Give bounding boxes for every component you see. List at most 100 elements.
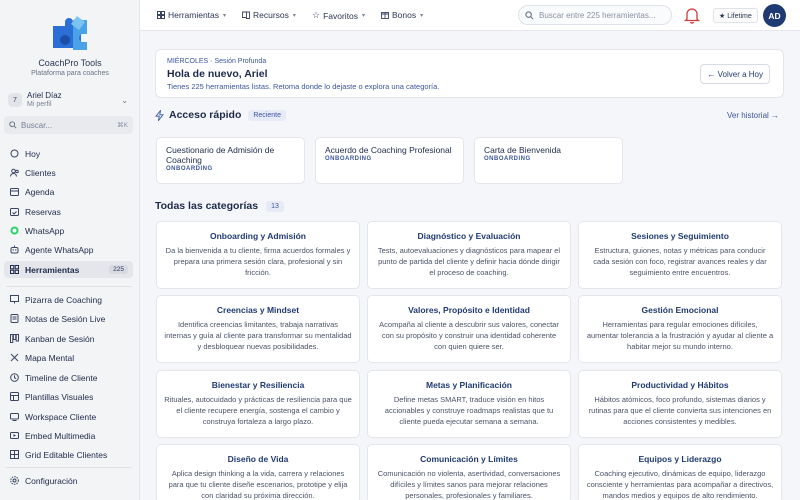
- star-icon: ☆: [312, 10, 321, 20]
- sidebar-item-kanban[interactable]: Kanban de Sesión: [4, 330, 133, 347]
- category-card[interactable]: Comunicación y Límites Comunicación no v…: [367, 444, 571, 500]
- category-card[interactable]: Creencias y Mindset Identifica creencias…: [156, 295, 360, 363]
- tools-count-badge: 225: [109, 265, 128, 274]
- profile-switcher[interactable]: 7 Ariel Díaz Mi perfil ⌄: [6, 88, 134, 112]
- sidebar-item-timeline[interactable]: Timeline de Cliente: [4, 369, 133, 386]
- sidebar-item-mapa-mental[interactable]: Mapa Mental: [4, 349, 133, 366]
- brand-title: CoachPro Tools: [38, 58, 102, 68]
- categories-header: Todas las categorías 13: [155, 200, 284, 212]
- bell-icon[interactable]: [684, 6, 700, 24]
- category-title: Equipos y Liderazgo: [638, 454, 722, 464]
- category-description: Identifica creencias limitantes, trabaja…: [164, 320, 352, 351]
- chevron-down-icon: ▾: [420, 12, 424, 19]
- sidebar-item-clientes[interactable]: Clientes: [4, 164, 133, 181]
- category-title: Onboarding y Admisión: [209, 231, 307, 241]
- user-avatar[interactable]: AD: [763, 4, 786, 27]
- global-search-placeholder: Buscar entre 225 herramientas...: [539, 10, 656, 20]
- sidebar-item-whatsapp[interactable]: WhatsApp: [4, 222, 133, 239]
- sidebar-item-agenda[interactable]: Agenda: [4, 183, 133, 200]
- sidebar-item-label: Herramientas: [25, 264, 80, 275]
- lightning-icon: [155, 109, 164, 121]
- topbar: Herramientas ▾ Recursos ▾ ☆ Favoritos ▾ …: [140, 0, 800, 31]
- bot-icon: [10, 245, 19, 254]
- profile-role: Mi perfil: [27, 101, 52, 108]
- menu-label: Recursos: [253, 10, 289, 20]
- search-shortcut: ⌘K: [117, 122, 128, 129]
- sidebar-item-hoy[interactable]: Hoy: [4, 145, 133, 162]
- menu-favoritos[interactable]: ☆ Favoritos ▾: [312, 10, 365, 21]
- welcome-day: MIÉRCOLES · Sesión Profunda: [167, 58, 267, 65]
- categories-title: Todas las categorías: [155, 200, 259, 212]
- chevron-down-icon: ▾: [362, 13, 366, 19]
- search-icon: [9, 121, 17, 129]
- category-card[interactable]: Sesiones y Seguimiento Estructura, guion…: [578, 221, 782, 289]
- sidebar-item-grid-editable[interactable]: Grid Editable Clientes: [4, 446, 133, 463]
- quick-access-card-title: Acuerdo de Coaching Profesional: [325, 145, 452, 155]
- category-card[interactable]: Valores, Propósito e Identidad Acompaña …: [367, 295, 571, 363]
- category-title: Comunicación y Límites: [420, 454, 518, 464]
- category-title: Sesiones y Seguimiento: [631, 231, 729, 241]
- category-card[interactable]: Metas y Planificación Define metas SMART…: [367, 370, 571, 438]
- category-description: Acompaña al cliente a descubrir sus valo…: [379, 320, 559, 351]
- sidebar-item-workspace[interactable]: Workspace Cliente: [4, 408, 133, 425]
- view-history-link[interactable]: Ver historial →: [727, 111, 779, 120]
- grid-icon: [157, 11, 165, 19]
- sidebar-search-input[interactable]: Buscar... ⌘K: [4, 116, 133, 134]
- category-card[interactable]: Diseño de Vida Aplica design thinking a …: [156, 444, 360, 500]
- menu-recursos[interactable]: Recursos ▾: [242, 10, 296, 20]
- category-card[interactable]: Onboarding y Admisión Da la bienvenida a…: [156, 221, 360, 289]
- users-icon: [10, 168, 19, 177]
- divider: [6, 286, 132, 287]
- category-title: Diagnóstico y Evaluación: [417, 231, 521, 241]
- sidebar-item-embed[interactable]: Embed Multimedia: [4, 427, 133, 444]
- brand-subtitle: Plataforma para coaches: [31, 70, 109, 77]
- quick-access-card[interactable]: Cuestionario de Admisión de Coaching ONB…: [156, 137, 305, 184]
- sidebar-item-label: Agente WhatsApp: [25, 244, 94, 255]
- sidebar-item-configuracion[interactable]: Configuración: [4, 472, 133, 489]
- categories-count-badge: 13: [266, 200, 284, 212]
- quick-access-card-title: Carta de Bienvenida: [484, 145, 562, 155]
- chevron-down-icon: ▾: [292, 12, 296, 19]
- category-card[interactable]: Productividad y Hábitos Hábitos atómicos…: [578, 370, 782, 438]
- profile-name: Ariel Díaz: [27, 91, 62, 100]
- sidebar-item-pizarra[interactable]: Pizarra de Coaching: [4, 291, 133, 308]
- category-description: Herramientas para regular emociones difí…: [586, 320, 774, 351]
- back-to-today-button[interactable]: ← Volver a Hoy: [700, 64, 770, 84]
- menu-herramientas[interactable]: Herramientas ▾: [157, 10, 226, 20]
- sidebar-item-label: Embed Multimedia: [25, 430, 96, 441]
- global-search-input[interactable]: Buscar entre 225 herramientas...: [518, 5, 672, 25]
- sidebar-item-label: Reservas: [25, 206, 61, 217]
- category-description: Estructura, guiones, notas y métricas pa…: [593, 246, 767, 277]
- sidebar-item-label: Hoy: [25, 148, 41, 159]
- category-description: Comunicación no violenta, asertividad, c…: [377, 469, 561, 500]
- sidebar-item-label: Grid Editable Clientes: [25, 449, 108, 460]
- sidebar-item-plantillas[interactable]: Plantillas Visuales: [4, 388, 133, 405]
- calendar-check-icon: [10, 207, 19, 216]
- sidebar-item-label: Workspace Cliente: [25, 411, 97, 422]
- sidebar: CoachPro Tools Plataforma para coaches 7…: [0, 0, 140, 500]
- category-card[interactable]: Gestión Emocional Herramientas para regu…: [578, 295, 782, 363]
- book-icon: [242, 11, 250, 19]
- brand: CoachPro Tools Plataforma para coaches: [0, 14, 140, 77]
- quick-access-card[interactable]: Carta de Bienvenida ONBOARDING: [474, 137, 623, 184]
- sidebar-item-herramientas[interactable]: Herramientas 225: [4, 261, 133, 278]
- menu-bonos[interactable]: Bonos ▾: [381, 10, 423, 20]
- notes-icon: [10, 314, 19, 323]
- quick-access-card-tag: ONBOARDING: [484, 156, 531, 162]
- sidebar-item-notas[interactable]: Notas de Sesión Live: [4, 310, 133, 327]
- quick-access-title: Acceso rápido: [169, 109, 242, 121]
- quick-access-card[interactable]: Acuerdo de Coaching Profesional ONBOARDI…: [315, 137, 464, 184]
- mindmap-icon: [10, 353, 19, 362]
- sidebar-item-label: Configuración: [25, 475, 78, 486]
- category-title: Creencias y Mindset: [216, 305, 300, 315]
- welcome-panel: MIÉRCOLES · Sesión Profunda Hola de nuev…: [155, 49, 784, 98]
- category-card[interactable]: Diagnóstico y Evaluación Tests, autoeval…: [367, 221, 571, 289]
- circle-icon: [10, 149, 19, 158]
- category-title: Gestión Emocional: [641, 305, 719, 315]
- sidebar-item-reservas[interactable]: Reservas: [4, 203, 133, 220]
- sidebar-item-agente-whatsapp[interactable]: Agente WhatsApp: [4, 241, 133, 258]
- quick-access-card-tag: ONBOARDING: [166, 166, 213, 172]
- category-card[interactable]: Equipos y Liderazgo Coaching ejecutivo, …: [578, 444, 782, 500]
- category-card[interactable]: Bienestar y Resiliencia Rituales, autocu…: [156, 370, 360, 438]
- chevron-down-icon: ▾: [223, 12, 227, 19]
